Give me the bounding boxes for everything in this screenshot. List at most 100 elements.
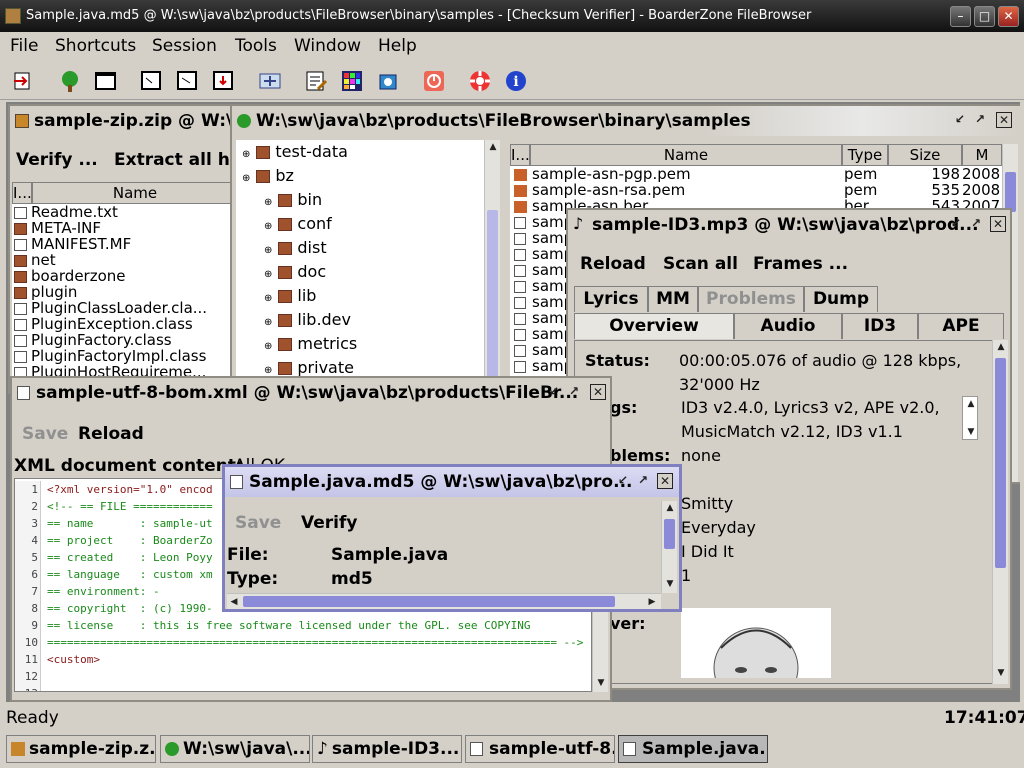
verify-button[interactable]: Verify ... [16, 150, 98, 170]
col-icon-header[interactable]: I... [12, 182, 32, 204]
scroll-right-icon[interactable]: ▶ [645, 595, 659, 609]
md5-hscroll-thumb[interactable] [243, 596, 615, 607]
close-icon[interactable]: ✕ [657, 473, 673, 489]
tree-node[interactable]: ⊕ dist [236, 236, 484, 260]
scroll-up-icon[interactable]: ▲ [964, 397, 978, 411]
tab-overview[interactable]: Overview [574, 313, 734, 339]
list-item[interactable]: net [14, 252, 236, 268]
col-m-header[interactable]: M [962, 144, 1002, 166]
tree-node[interactable]: ⊕ test-data [236, 140, 484, 164]
expand-toggle-icon[interactable]: ⊕ [264, 221, 272, 232]
extract-all-button[interactable]: Extract all he [114, 150, 236, 170]
files-scroll-thumb[interactable] [1005, 172, 1016, 212]
scroll-down-icon[interactable]: ▼ [663, 577, 677, 591]
tab-ape[interactable]: APE [918, 313, 1004, 339]
window-icon[interactable] [94, 69, 118, 93]
menu-session[interactable]: Session [152, 36, 217, 56]
maximize-button[interactable]: □ [974, 6, 995, 27]
tags-scrollbar[interactable]: ▲ ▼ [962, 396, 978, 440]
scroll-up-icon[interactable]: ▲ [486, 140, 500, 154]
expand-toggle-icon[interactable]: ⊕ [264, 293, 272, 304]
save-button[interactable]: Save [235, 513, 281, 533]
tab-id3[interactable]: ID3 [842, 313, 918, 339]
close-icon[interactable]: ✕ [590, 384, 606, 400]
list-item[interactable]: META-INF [14, 220, 236, 236]
menu-help[interactable]: Help [378, 36, 417, 56]
expand-toggle-icon[interactable]: ⊕ [264, 317, 272, 328]
restore-icon[interactable]: ↙ [952, 112, 968, 128]
scroll-down-icon[interactable]: ▼ [994, 666, 1008, 680]
restore-icon[interactable]: ↙ [948, 216, 964, 232]
scroll-up-icon[interactable]: ▲ [994, 340, 1008, 354]
table-row[interactable]: sample-asn-pgp.pem pem 198 2008 [510, 166, 1002, 182]
expand-toggle-icon[interactable]: ⊕ [264, 269, 272, 280]
task-xml[interactable]: sample-utf-8... [465, 735, 615, 763]
expand-toggle-icon[interactable]: ⊕ [264, 245, 272, 256]
maximize-icon[interactable]: ↗ [968, 216, 984, 232]
list-item[interactable]: PluginFactory.class [14, 332, 236, 348]
close-button[interactable]: ✕ [998, 6, 1019, 27]
tree-icon[interactable] [58, 69, 82, 93]
tab-problems[interactable]: Problems [698, 286, 804, 312]
tab-mm[interactable]: MM [648, 286, 698, 312]
expand-toggle-icon[interactable]: ⊕ [242, 149, 250, 160]
close-icon[interactable]: ✕ [990, 216, 1006, 232]
col-icon-header[interactable]: I... [510, 144, 530, 166]
tree-node[interactable]: ⊕ doc [236, 260, 484, 284]
md5-vscroll-thumb[interactable] [664, 519, 675, 549]
maximize-icon[interactable]: ↗ [972, 112, 988, 128]
verify-button[interactable]: Verify [301, 513, 357, 533]
col-type-header[interactable]: Type [842, 144, 888, 166]
table-row[interactable]: sample-asn-rsa.pem pem 535 2008 [510, 182, 1002, 198]
col-name-header[interactable]: Name [530, 144, 842, 166]
md5-hscrollbar[interactable]: ◀ ▶ [227, 593, 661, 609]
browser-titlebar[interactable]: W:\sw\java\bz\products\FileBrowser\binar… [232, 106, 1020, 136]
expand-toggle-icon[interactable]: ⊕ [264, 365, 272, 376]
tab-dump[interactable]: Dump [804, 286, 878, 312]
exit-icon[interactable] [12, 69, 36, 93]
md5-vscrollbar[interactable]: ▲ ▼ [661, 501, 677, 593]
edit-icon[interactable] [304, 69, 328, 93]
scan-all-button[interactable]: Scan all [663, 254, 738, 274]
col-size-header[interactable]: Size [888, 144, 962, 166]
xml-titlebar[interactable]: sample-utf-8-bom.xml @ W:\sw\java\bz\pro… [12, 378, 610, 408]
scroll-up-icon[interactable]: ▲ [663, 501, 677, 515]
minimize-button[interactable]: – [950, 6, 971, 27]
tab-lyrics[interactable]: Lyrics [574, 286, 648, 312]
mp3-titlebar[interactable]: ♪ sample-ID3.mp3 @ W:\sw\java\bz\prod...… [568, 210, 1010, 240]
tree-node[interactable]: ⊕ conf [236, 212, 484, 236]
expand-toggle-icon[interactable]: ⊕ [242, 173, 250, 184]
overview-scrollbar[interactable]: ▲ ▼ [992, 340, 1008, 684]
cascade-icon[interactable] [139, 69, 163, 93]
help-lifebuoy-icon[interactable] [468, 69, 492, 93]
frames-button[interactable]: Frames ... [753, 254, 848, 274]
col-name-header[interactable]: Name [32, 182, 236, 204]
tree-node[interactable]: ⊕ bin [236, 188, 484, 212]
arrange-icon[interactable] [258, 69, 282, 93]
tree-node[interactable]: ⊕ bz [236, 164, 484, 188]
list-item[interactable]: PluginFactoryImpl.class [14, 348, 236, 364]
tab-audio[interactable]: Audio [734, 313, 842, 339]
maximize-icon[interactable]: ↗ [635, 473, 651, 489]
tree-node[interactable]: ⊕ metrics [236, 332, 484, 356]
scroll-down-icon[interactable]: ▼ [594, 676, 608, 690]
list-item[interactable]: boarderzone [14, 268, 236, 284]
menu-tools[interactable]: Tools [235, 36, 277, 56]
download-window-icon[interactable] [211, 69, 235, 93]
restore-icon[interactable]: ↙ [615, 473, 631, 489]
menu-shortcuts[interactable]: Shortcuts [55, 36, 136, 56]
list-item[interactable]: plugin [14, 284, 236, 300]
reload-button[interactable]: Reload [78, 424, 144, 444]
tree-node[interactable]: ⊕ lib [236, 284, 484, 308]
list-item[interactable]: PluginException.class [14, 316, 236, 332]
restore-icon[interactable]: ↙ [546, 384, 562, 400]
reload-button[interactable]: Reload [580, 254, 646, 274]
list-item[interactable]: Readme.txt [14, 204, 236, 220]
zip-entry-list[interactable]: Readme.txt META-INF MANIFEST.MF net boarderz… [12, 204, 236, 392]
palette-icon[interactable] [340, 69, 364, 93]
save-button[interactable]: Save [22, 424, 68, 444]
zip-window[interactable]: sample-zip.zip @ W:\s Verify ... Extract… [8, 104, 238, 394]
list-item[interactable]: MANIFEST.MF [14, 236, 236, 252]
tree-node[interactable]: ⊕ lib.dev [236, 308, 484, 332]
md5-titlebar[interactable]: Sample.java.md5 @ W:\sw\java\bz\pro... ↙… [225, 467, 679, 497]
